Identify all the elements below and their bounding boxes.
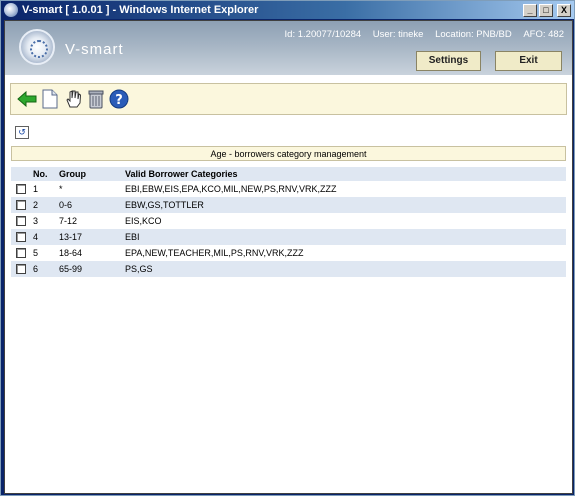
table-header: No. Group Valid Borrower Categories xyxy=(11,167,566,181)
new-document-icon[interactable] xyxy=(39,88,61,110)
table-row[interactable]: 2 0-6 EBW,GS,TOTTLER xyxy=(11,197,566,213)
row-no: 2 xyxy=(33,200,39,210)
app-icon xyxy=(4,3,18,17)
row-group: 0-6 xyxy=(59,200,73,210)
row-categories: EBI xyxy=(125,232,140,242)
row-checkbox[interactable] xyxy=(16,200,26,210)
window-title: V-smart [ 1.0.01 ] - Windows Internet Ex… xyxy=(22,4,259,16)
table-row[interactable]: 4 13-17 EBI xyxy=(11,229,566,245)
vsmart-logo-icon xyxy=(19,29,55,65)
row-checkbox[interactable] xyxy=(16,216,26,226)
help-icon[interactable]: ? xyxy=(108,88,130,110)
undo-button[interactable]: ↺ xyxy=(15,126,29,139)
row-no: 3 xyxy=(33,216,39,226)
header-no: No. xyxy=(33,169,48,179)
row-categories: EIS,KCO xyxy=(125,216,162,226)
toolbar: ? xyxy=(10,83,567,115)
row-categories: EPA,NEW,TEACHER,MIL,PS,RNV,VRK,ZZZ xyxy=(125,248,304,258)
row-checkbox[interactable] xyxy=(16,264,26,274)
row-no: 6 xyxy=(33,264,39,274)
row-categories: EBW,GS,TOTTLER xyxy=(125,200,204,210)
table-row[interactable]: 6 65-99 PS,GS xyxy=(11,261,566,277)
row-categories: PS,GS xyxy=(125,264,153,274)
trash-icon[interactable] xyxy=(85,88,107,110)
logo-text: V-smart xyxy=(65,41,124,58)
page-content: V-smart Id: 1.20077/10284 User: tineke L… xyxy=(4,20,573,494)
exit-button[interactable]: Exit xyxy=(495,51,562,71)
table-row[interactable]: 3 7-12 EIS,KCO xyxy=(11,213,566,229)
hand-select-icon[interactable] xyxy=(62,88,84,110)
session-afo: AFO: 482 xyxy=(523,29,564,40)
back-arrow-icon[interactable] xyxy=(16,88,38,110)
row-categories: EBI,EBW,EIS,EPA,KCO,MIL,NEW,PS,RNV,VRK,Z… xyxy=(125,184,337,194)
row-group: * xyxy=(59,184,63,194)
row-group: 13-17 xyxy=(59,232,83,242)
session-info: Id: 1.20077/10284 User: tineke Location:… xyxy=(276,29,564,40)
settings-button[interactable]: Settings xyxy=(416,51,481,71)
header-categories: Valid Borrower Categories xyxy=(125,169,238,179)
session-location: Location: PNB/BD xyxy=(435,29,512,40)
close-button[interactable]: X xyxy=(557,3,571,17)
title-bar: V-smart [ 1.0.01 ] - Windows Internet Ex… xyxy=(1,1,574,19)
maximize-button[interactable]: □ xyxy=(539,3,553,17)
row-checkbox[interactable] xyxy=(16,184,26,194)
categories-table: No. Group Valid Borrower Categories 1 * … xyxy=(11,167,566,277)
header-group: Group xyxy=(59,169,86,179)
table-row[interactable]: 1 * EBI,EBW,EIS,EPA,KCO,MIL,NEW,PS,RNV,V… xyxy=(11,181,566,197)
browser-window: V-smart [ 1.0.01 ] - Windows Internet Ex… xyxy=(0,0,575,496)
minimize-button[interactable]: _ xyxy=(523,3,537,17)
session-user: User: tineke xyxy=(372,29,424,40)
row-group: 18-64 xyxy=(59,248,83,258)
app-header: V-smart Id: 1.20077/10284 User: tineke L… xyxy=(5,21,572,75)
row-no: 5 xyxy=(33,248,39,258)
row-checkbox[interactable] xyxy=(16,248,26,258)
table-row[interactable]: 5 18-64 EPA,NEW,TEACHER,MIL,PS,RNV,VRK,Z… xyxy=(11,245,566,261)
row-no: 4 xyxy=(33,232,39,242)
svg-text:?: ? xyxy=(115,93,123,108)
row-group: 7-12 xyxy=(59,216,78,226)
row-checkbox[interactable] xyxy=(16,232,26,242)
row-no: 1 xyxy=(33,184,39,194)
session-id: Id: 1.20077/10284 xyxy=(284,29,362,40)
row-group: 65-99 xyxy=(59,264,83,274)
page-title: Age - borrowers category management xyxy=(11,146,566,161)
